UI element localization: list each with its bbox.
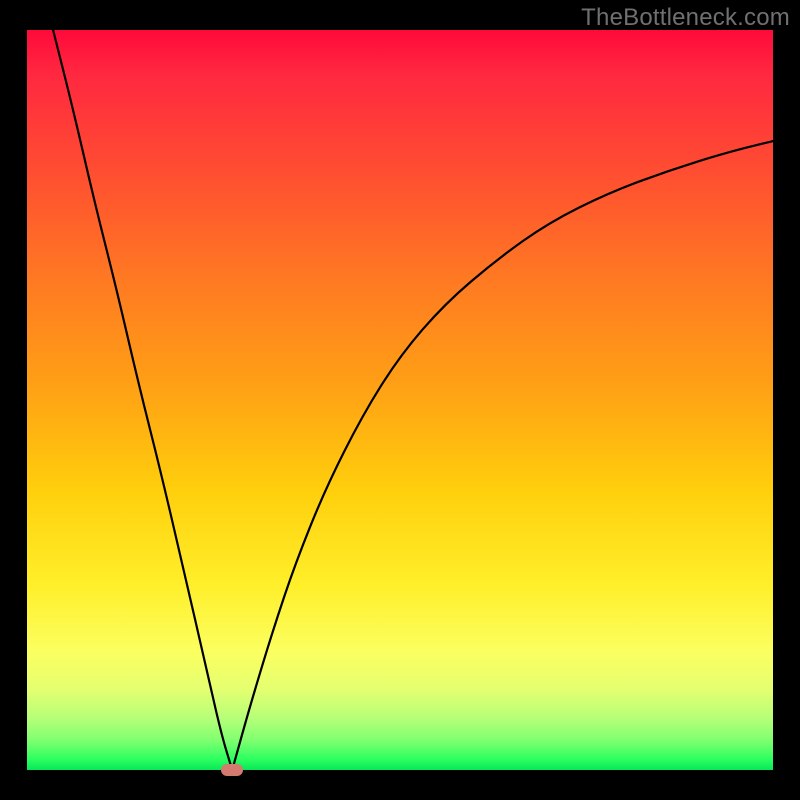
watermark-text: TheBottleneck.com xyxy=(581,4,790,32)
curve-path xyxy=(53,30,773,770)
minimum-marker xyxy=(221,764,243,776)
plot-area xyxy=(27,30,773,770)
bottleneck-curve xyxy=(27,30,773,770)
chart-frame: TheBottleneck.com xyxy=(0,0,800,800)
